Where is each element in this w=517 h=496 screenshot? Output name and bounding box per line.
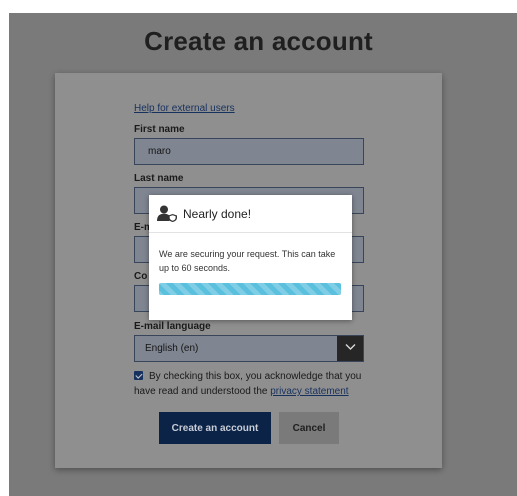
modal-header: Nearly done! <box>149 195 352 233</box>
chevron-down-icon[interactable] <box>337 336 363 361</box>
last-name-label: Last name <box>134 173 184 184</box>
progress-bar <box>159 283 341 295</box>
user-lock-icon <box>157 205 177 222</box>
create-account-button[interactable]: Create an account <box>159 412 271 444</box>
email-language-value: English (en) <box>145 343 199 354</box>
progress-modal: Nearly done! We are securing your reques… <box>149 195 352 320</box>
privacy-statement-link[interactable]: privacy statement <box>270 386 348 397</box>
first-name-label: First name <box>134 124 185 135</box>
first-name-input[interactable]: maro <box>134 138 364 165</box>
modal-title: Nearly done! <box>183 207 252 221</box>
progress-bar-fill <box>159 283 341 295</box>
page-title: Create an account <box>144 26 373 56</box>
modal-message: We are securing your request. This can t… <box>159 249 336 273</box>
help-external-users-link[interactable]: Help for external users <box>134 103 235 114</box>
confirm-email-label: Co <box>134 271 148 282</box>
email-language-label: E-mail language <box>134 321 211 332</box>
email-language-select[interactable]: English (en) <box>134 335 364 362</box>
cancel-button[interactable]: Cancel <box>279 412 339 444</box>
consent-text: By checking this box, you acknowledge th… <box>134 369 374 399</box>
